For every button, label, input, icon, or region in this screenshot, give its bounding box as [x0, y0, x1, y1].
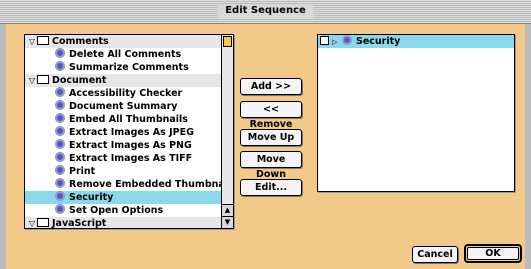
- window-title: Edit Sequence: [217, 4, 314, 18]
- ok-button[interactable]: OK: [464, 244, 522, 263]
- available-actions-list[interactable]: ▽ Comments Delete All Comments Summarize Co…: [24, 34, 234, 229]
- list-group-row[interactable]: ▽ Document: [25, 74, 221, 87]
- list-item-label: Security: [69, 192, 114, 203]
- gear-icon: [55, 152, 65, 162]
- list-item[interactable]: Accessibility Checker: [25, 87, 221, 100]
- remove-button[interactable]: << Remove: [240, 101, 302, 130]
- gear-icon: [55, 165, 65, 175]
- list-item[interactable]: Remove Embedded Thumbna: [25, 178, 221, 191]
- list-item-label: Comments: [52, 36, 109, 47]
- sequence-list[interactable]: ▷ Security: [317, 34, 515, 192]
- list-item[interactable]: Print: [25, 165, 221, 178]
- gear-icon: [55, 113, 65, 123]
- list-item-label: Document Summary: [69, 101, 178, 112]
- enable-checkbox[interactable]: [320, 36, 329, 45]
- gear-icon: [55, 126, 65, 136]
- list-item-label: Extract Images As JPEG: [69, 127, 194, 138]
- title-bar[interactable]: Edit Sequence: [0, 0, 531, 24]
- gear-icon: [55, 87, 65, 97]
- list-item-label: JavaScript: [52, 218, 107, 228]
- list-item-label: Remove Embedded Thumbna: [69, 179, 221, 190]
- folder-icon: [37, 75, 49, 84]
- list-item-label: Extract Images As TIFF: [69, 153, 193, 164]
- list-item-label: Extract Images As PNG: [69, 140, 192, 151]
- list-item[interactable]: Extract Images As JPEG: [25, 126, 221, 139]
- list-item[interactable]: Extract Images As PNG: [25, 139, 221, 152]
- gear-icon: [342, 35, 352, 45]
- gear-icon: [55, 100, 65, 110]
- list-item[interactable]: Delete All Comments: [25, 48, 221, 61]
- disclosure-triangle-icon[interactable]: ▽: [27, 217, 37, 228]
- list-group-row[interactable]: ▽ Comments: [25, 35, 221, 48]
- list-item[interactable]: Security: [25, 191, 221, 204]
- gear-icon: [55, 191, 65, 201]
- list-item[interactable]: Extract Images As TIFF: [25, 152, 221, 165]
- list-group-row[interactable]: ▽ JavaScript: [25, 217, 221, 228]
- gear-icon: [55, 48, 65, 58]
- cancel-button[interactable]: Cancel: [412, 246, 458, 263]
- move-down-button[interactable]: Move Down: [240, 151, 302, 180]
- list-item[interactable]: Summarize Comments: [25, 61, 221, 74]
- gear-icon: [55, 139, 65, 149]
- list-item-label: Set Open Options: [69, 205, 164, 216]
- sequence-item[interactable]: ▷ Security: [318, 35, 514, 48]
- scroll-thumb[interactable]: [223, 36, 232, 47]
- move-up-button[interactable]: Move Up: [240, 129, 302, 146]
- scroll-up-arrow-icon[interactable]: ▲: [222, 204, 233, 216]
- list-item[interactable]: Document Summary: [25, 100, 221, 113]
- list-scrollbar[interactable]: ▲ ▼: [221, 35, 233, 228]
- list-item[interactable]: Set Open Options: [25, 204, 221, 217]
- add-button[interactable]: Add >>: [240, 78, 302, 95]
- list-item-label: Print: [69, 166, 96, 177]
- folder-icon: [37, 218, 49, 227]
- dialog-panel: ▽ Comments Delete All Comments Summarize Co…: [6, 24, 525, 269]
- gear-icon: [55, 178, 65, 188]
- disclosure-triangle-icon[interactable]: ▽: [27, 74, 37, 87]
- sequence-item-label: Security: [356, 36, 401, 47]
- ok-button-label: OK: [467, 247, 519, 260]
- gear-icon: [55, 204, 65, 214]
- list-item-label: Document: [52, 75, 107, 86]
- disclosure-triangle-icon[interactable]: ▽: [27, 35, 37, 48]
- list-item[interactable]: Embed All Thumbnails: [25, 113, 221, 126]
- gear-icon: [55, 61, 65, 71]
- list-item-label: Delete All Comments: [69, 49, 182, 60]
- list-item-label: Embed All Thumbnails: [69, 114, 188, 125]
- available-actions-items: ▽ Comments Delete All Comments Summarize Co…: [25, 35, 221, 228]
- scroll-down-arrow-icon[interactable]: ▼: [222, 216, 233, 228]
- list-item-label: Accessibility Checker: [69, 88, 183, 99]
- expand-triangle-icon[interactable]: ▷: [332, 36, 340, 49]
- edit-sequence-window: Edit Sequence ▽ Comments Delete All Commen…: [0, 0, 531, 269]
- folder-icon: [37, 36, 49, 45]
- list-item-label: Summarize Comments: [69, 62, 189, 73]
- edit-button[interactable]: Edit...: [240, 179, 302, 196]
